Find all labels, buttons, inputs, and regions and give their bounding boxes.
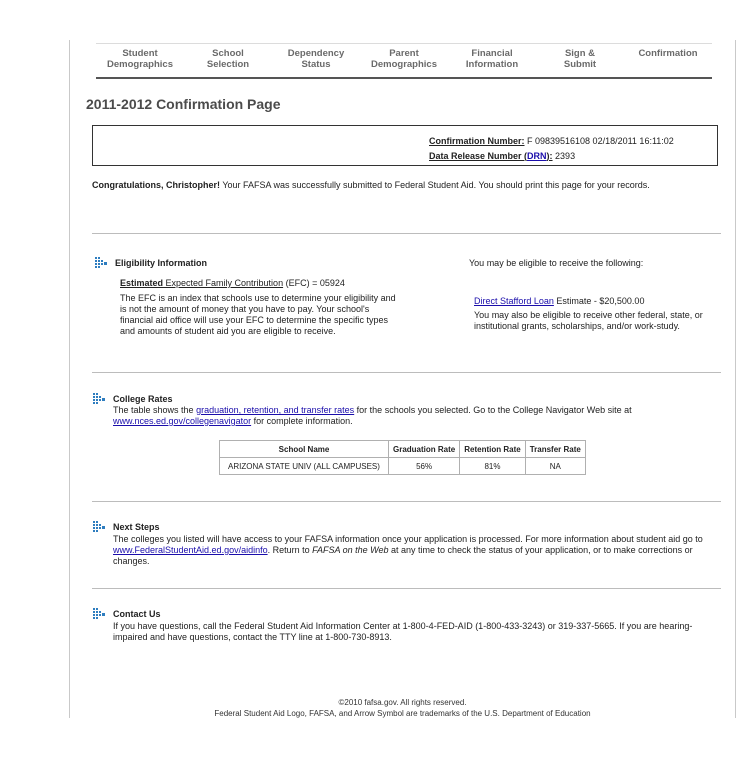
college-rates-title: College Rates: [113, 394, 173, 404]
header-transfer-rate: Transfer Rate: [524, 440, 586, 458]
college-rates-text-1: The table shows the: [113, 405, 197, 415]
contact-us-text: If you have questions, call the Federal …: [113, 621, 693, 642]
confirmation-number-line: Confirmation Number: F 09839516108 02/18…: [429, 136, 674, 146]
confirmation-number-value: F 09839516108 02/18/2011 16:11:02: [524, 136, 674, 146]
arrow-grid-icon: [93, 608, 105, 619]
stafford-loan-link[interactable]: Direct Stafford Loan: [474, 296, 554, 306]
student-aid-link[interactable]: www.FederalStudentAid.ed.gov/aidinfo: [113, 545, 268, 555]
step-parent-demographics: Parent Demographics: [371, 48, 437, 70]
next-steps-text-2: . Return to: [267, 545, 313, 555]
step-student-demographics: Student Demographics: [107, 48, 173, 70]
divider: [92, 588, 721, 589]
header-graduation-rate: Graduation Rate: [387, 440, 461, 458]
footer-trademark: Federal Student Aid Logo, FAFSA, and Arr…: [214, 709, 591, 718]
drn-line: Data Release Number (DRN): 2393: [429, 151, 575, 161]
retention-rate-cell: 81%: [459, 457, 526, 475]
table-row: ARIZONA STATE UNIV (ALL CAMPUSES) 56% 81…: [219, 457, 586, 475]
table-header-row: School Name Graduation Rate Retention Ra…: [219, 440, 586, 458]
progress-steps: Student Demographics School Selection De…: [96, 43, 712, 79]
footer-copyright: ©2010 fafsa.gov. All rights reserved.: [338, 698, 467, 707]
rates-link[interactable]: graduation, retention, and transfer rate…: [196, 405, 354, 415]
congrats-name: Congratulations, Christopher!: [92, 180, 220, 190]
step-sign-submit: Sign & Submit: [563, 48, 597, 70]
efc-description: The EFC is an index that schools use to …: [120, 293, 396, 336]
efc-estimated: Estimated: [120, 278, 164, 288]
confirmation-box: Confirmation Number: F 09839516108 02/18…: [92, 125, 718, 166]
college-rates-text-2: for the schools you selected. Go to the …: [354, 405, 632, 415]
divider: [92, 501, 721, 502]
drn-label-pre: Data Release Number (: [429, 151, 528, 161]
divider: [92, 372, 721, 373]
arrow-grid-icon: [95, 257, 107, 268]
page-frame-left: [69, 40, 70, 718]
efc-link[interactable]: Expected Family Contribution: [163, 278, 284, 288]
college-rates-text-3: for complete information.: [251, 416, 353, 426]
congrats-message: Congratulations, Christopher! Your FAFSA…: [92, 179, 712, 191]
school-name-cell: ARIZONA STATE UNIV (ALL CAMPUSES): [219, 457, 389, 475]
drn-value: 2393: [552, 151, 576, 161]
college-rates-table: School Name Graduation Rate Retention Ra…: [219, 440, 586, 475]
confirmation-number-label: Confirmation Number:: [429, 136, 525, 146]
next-steps-title: Next Steps: [113, 522, 160, 532]
transfer-rate-cell: NA: [524, 457, 586, 475]
contact-us-title: Contact Us: [113, 609, 161, 619]
page-frame-right: [735, 40, 736, 718]
eligibility-title: Eligibility Information: [115, 258, 207, 268]
efc-line: Estimated Expected Family Contribution (…: [120, 278, 345, 289]
efc-value: (EFC) = 05924: [283, 278, 345, 288]
step-confirmation: Confirmation: [638, 48, 698, 59]
header-retention-rate: Retention Rate: [459, 440, 526, 458]
divider: [92, 233, 721, 234]
other-aid-text: You may also be eligible to receive othe…: [474, 310, 703, 331]
stafford-estimate: Estimate - $20,500.00: [553, 296, 645, 306]
arrow-grid-icon: [93, 521, 105, 532]
eligible-title: You may be eligible to receive the follo…: [469, 258, 644, 268]
arrow-grid-icon: [93, 393, 105, 404]
page-title: 2011-2012 Confirmation Page: [86, 96, 281, 112]
college-rates-text: The table shows the graduation, retentio…: [113, 405, 718, 427]
step-dependency-status: Dependency Status: [287, 48, 345, 70]
step-financial-information: Financial Information: [465, 48, 519, 70]
step-school-selection: School Selection: [206, 48, 250, 70]
college-navigator-link[interactable]: www.nces.ed.gov/collegenavigator: [113, 416, 251, 426]
next-steps-text: The colleges you listed will have access…: [113, 534, 718, 567]
header-school-name: School Name: [219, 440, 389, 458]
graduation-rate-cell: 56%: [387, 457, 461, 475]
stafford-line: Direct Stafford Loan Estimate - $20,500.…: [474, 296, 644, 307]
congrats-text: Your FAFSA was successfully submitted to…: [220, 180, 650, 190]
drn-link[interactable]: DRN: [527, 151, 547, 161]
fafsa-on-web-text: FAFSA on the Web: [312, 545, 389, 555]
next-steps-text-1: The colleges you listed will have access…: [113, 534, 703, 544]
